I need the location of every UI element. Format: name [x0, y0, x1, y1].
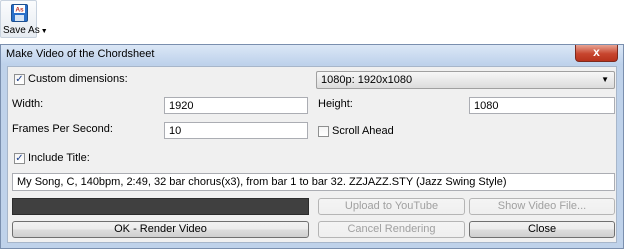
dialog-client-area: ✓ Custom dimensions: 1080p: 1920x1080 ▼ …: [7, 66, 617, 243]
cancel-rendering-button[interactable]: Cancel Rendering: [318, 221, 465, 238]
close-icon: x: [593, 45, 600, 59]
fps-label: Frames Per Second:: [12, 123, 113, 135]
title-text-field[interactable]: My Song, C, 140bpm, 2:49, 32 bar chorus(…: [12, 173, 615, 191]
close-window-button[interactable]: x: [575, 45, 618, 62]
include-title-checkbox[interactable]: ✓: [14, 153, 25, 164]
show-video-file-button[interactable]: Show Video File...: [469, 198, 615, 215]
render-progress-bar: [12, 198, 309, 215]
upload-youtube-button[interactable]: Upload to YouTube: [318, 198, 465, 215]
scroll-ahead-label: Scroll Ahead: [332, 125, 394, 137]
fps-field[interactable]: 10: [164, 122, 308, 139]
width-label: Width:: [12, 98, 44, 110]
width-field[interactable]: 1920: [164, 97, 308, 114]
include-title-label: Include Title:: [28, 152, 90, 164]
save-as-badge: As: [15, 6, 24, 13]
scroll-ahead-checkbox[interactable]: [318, 126, 329, 137]
make-video-dialog: Make Video of the Chordsheet x ✓ Custom …: [0, 44, 624, 249]
floppy-disk-icon: As: [11, 4, 28, 22]
dialog-title: Make Video of the Chordsheet: [6, 48, 155, 60]
save-as-label-wrap: Save As▼: [3, 25, 48, 36]
chevron-down-icon: ▼: [601, 75, 609, 84]
dropdown-arrow-icon[interactable]: ▼: [41, 28, 48, 35]
dialog-title-bar[interactable]: Make Video of the Chordsheet x: [1, 45, 623, 65]
resolution-select-value: 1080p: 1920x1080: [321, 74, 413, 86]
custom-dimensions-label: Custom dimensions:: [28, 73, 128, 85]
save-as-button[interactable]: As Save As▼: [0, 0, 48, 38]
height-label: Height:: [318, 98, 353, 110]
save-as-label: Save As: [3, 25, 40, 36]
close-button[interactable]: Close: [469, 221, 615, 238]
ok-render-video-button[interactable]: OK - Render Video: [12, 221, 309, 238]
height-field[interactable]: 1080: [469, 97, 615, 114]
resolution-select[interactable]: 1080p: 1920x1080 ▼: [316, 71, 615, 89]
custom-dimensions-checkbox[interactable]: ✓: [14, 74, 25, 85]
